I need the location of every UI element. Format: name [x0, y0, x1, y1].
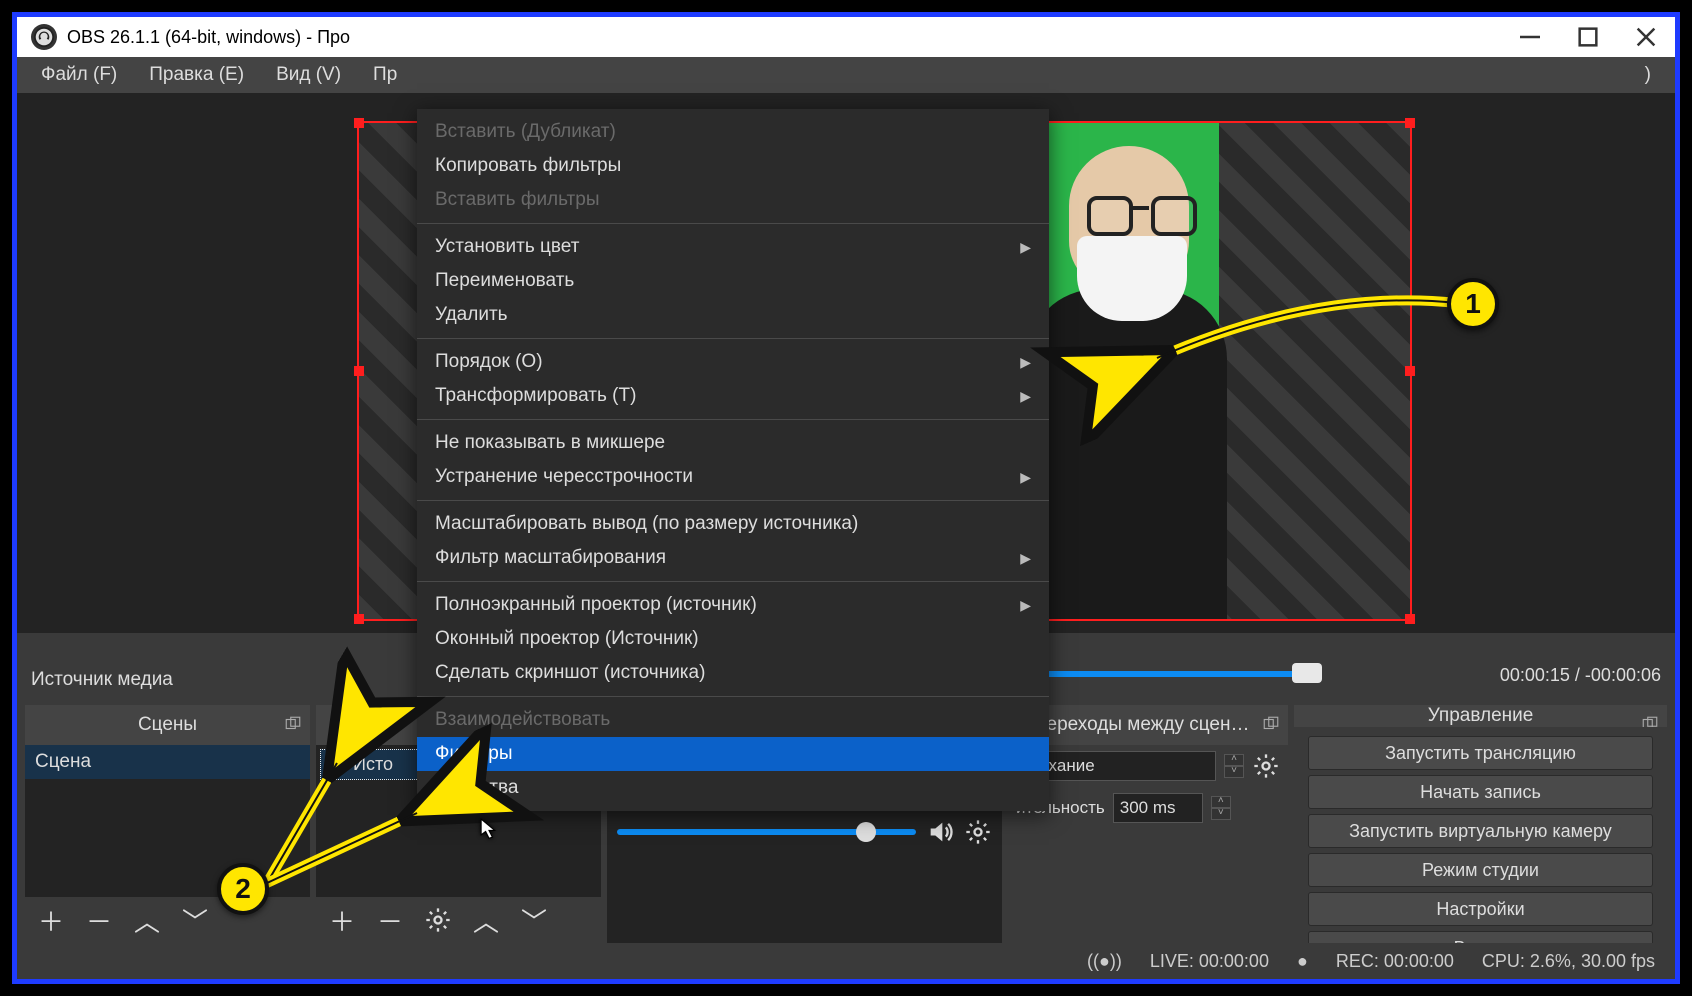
statusbar: ((●)) LIVE: 00:00:00 ● REC: 00:00:00 CPU…	[17, 943, 1675, 979]
rec-indicator-icon: ●	[1297, 951, 1308, 972]
ctx-deinterlace[interactable]: Устранение чересстрочности▶	[417, 460, 1049, 494]
minimize-button[interactable]	[1501, 17, 1559, 57]
move-down-icon[interactable]: ﹀	[181, 906, 209, 934]
chevron-right-icon: ▶	[1020, 354, 1031, 371]
media-seek-thumb[interactable]	[1292, 663, 1322, 683]
add-icon[interactable]: ＋	[37, 906, 65, 934]
remove-icon[interactable]: －	[85, 906, 113, 934]
gear-icon[interactable]	[964, 818, 992, 846]
menu-truncated[interactable]: Пр	[357, 60, 413, 90]
app-window: OBS 26.1.1 (64-bit, windows) - Про Файл …	[12, 12, 1680, 984]
cpu-status: CPU: 2.6%, 30.00 fps	[1482, 951, 1655, 972]
ctx-paste-filters: Вставить фильтры	[417, 183, 1049, 217]
menu-view[interactable]: Вид (V)	[260, 60, 357, 90]
start-streaming-button[interactable]: Запустить трансляцию	[1308, 736, 1653, 770]
sources-toolbar: ＋ － ︿ ﹀	[316, 897, 601, 943]
chevron-right-icon: ▶	[1020, 388, 1031, 405]
ctx-transform[interactable]: Трансформировать (T)▶	[417, 379, 1049, 413]
duration-value: 300 ms	[1120, 798, 1176, 818]
ctx-remove[interactable]: Удалить	[417, 298, 1049, 332]
studio-mode-button[interactable]: Режим студии	[1308, 853, 1653, 887]
controls-header: Управление	[1294, 705, 1667, 727]
media-source-label: Источник медиа	[31, 669, 173, 691]
window-title: OBS 26.1.1 (64-bit, windows) - Про	[67, 27, 350, 48]
start-recording-button[interactable]: Начать запись	[1308, 775, 1653, 809]
duration-input[interactable]: 300 ms	[1113, 793, 1203, 823]
menu-tail: )	[1629, 60, 1667, 90]
transitions-panel: ереходы между сцен… атухание ˄˅ ительнос…	[1008, 705, 1288, 943]
annotation-number: 1	[1447, 278, 1499, 330]
controls-panel: Управление Запустить трансляцию Начать з…	[1294, 705, 1667, 943]
remove-icon[interactable]: －	[376, 906, 404, 934]
ctx-properties[interactable]: Свойства	[417, 771, 1049, 805]
menubar: Файл (F) Правка (E) Вид (V) Пр )	[17, 57, 1675, 93]
ctx-rename[interactable]: Переименовать	[417, 264, 1049, 298]
ctx-interact: Взаимодействовать	[417, 703, 1049, 737]
popout-icon[interactable]	[284, 715, 302, 733]
ctx-fullscreen-projector[interactable]: Полноэкранный проектор (источник)▶	[417, 588, 1049, 622]
maximize-button[interactable]	[1559, 17, 1617, 57]
move-up-icon[interactable]: ︿	[133, 906, 161, 934]
close-button[interactable]	[1617, 17, 1675, 57]
live-status: LIVE: 00:00:00	[1150, 951, 1269, 972]
titlebar: OBS 26.1.1 (64-bit, windows) - Про	[17, 17, 1675, 57]
move-up-icon[interactable]: ︿	[472, 906, 500, 934]
ctx-filters[interactable]: Фильтры	[417, 737, 1049, 771]
gear-icon[interactable]	[1252, 752, 1280, 780]
controls-title: Управление	[1428, 705, 1534, 727]
menu-edit[interactable]: Правка (E)	[133, 60, 260, 90]
annotation-arrow-1	[1137, 268, 1467, 398]
ctx-paste-duplicate: Вставить (Дубликат)	[417, 115, 1049, 149]
annotation-number: 2	[217, 863, 269, 915]
chevron-right-icon: ▶	[1020, 239, 1031, 256]
chevron-right-icon: ▶	[1020, 469, 1031, 486]
source-context-menu: Вставить (Дубликат) Копировать фильтры В…	[417, 109, 1049, 811]
media-time: 00:00:15 / -00:00:06	[1500, 665, 1661, 686]
live-icon: ((●))	[1087, 951, 1122, 972]
annotation-badge-2: 2	[217, 863, 269, 915]
main-area: Источник медиа 00:00:15 / -00:00:06 Сцен…	[17, 93, 1675, 979]
annotation-badge-1: 1	[1447, 278, 1499, 330]
move-down-icon[interactable]: ﹀	[520, 906, 548, 934]
transitions-header: ереходы между сцен…	[1008, 705, 1288, 745]
ctx-hide-mixer[interactable]: Не показывать в микшере	[417, 426, 1049, 460]
chevron-right-icon: ▶	[1020, 550, 1031, 567]
speaker-icon[interactable]	[926, 818, 954, 846]
menu-file[interactable]: Файл (F)	[25, 60, 133, 90]
add-icon[interactable]: ＋	[328, 906, 356, 934]
ctx-order[interactable]: Порядок (O)▶	[417, 345, 1049, 379]
volume-thumb[interactable]	[856, 822, 876, 842]
ctx-screenshot[interactable]: Сделать скриншот (источника)	[417, 656, 1049, 690]
mouse-cursor-icon	[480, 818, 498, 842]
duration-spin[interactable]: ˄˅	[1211, 796, 1231, 820]
annotation-arrow-2	[247, 733, 447, 893]
gear-icon[interactable]	[424, 906, 452, 934]
ctx-scale-output[interactable]: Масштабировать вывод (по размеру источни…	[417, 507, 1049, 541]
transitions-title: ереходы между сцен…	[1047, 714, 1250, 736]
virtual-camera-button[interactable]: Запустить виртуальную камеру	[1308, 814, 1653, 848]
transition-spin[interactable]: ˄˅	[1224, 754, 1244, 778]
rec-status: REC: 00:00:00	[1336, 951, 1454, 972]
obs-logo-icon	[31, 24, 57, 50]
volume-slider[interactable]	[617, 829, 916, 835]
chevron-right-icon: ▶	[1020, 597, 1031, 614]
ctx-copy-filters[interactable]: Копировать фильтры	[417, 149, 1049, 183]
ctx-window-projector[interactable]: Оконный проектор (Источник)	[417, 622, 1049, 656]
ctx-scale-filter[interactable]: Фильтр масштабирования▶	[417, 541, 1049, 575]
ctx-set-color[interactable]: Установить цвет▶	[417, 230, 1049, 264]
scenes-title: Сцены	[138, 714, 197, 736]
popout-icon[interactable]	[1262, 715, 1280, 733]
settings-button[interactable]: Настройки	[1308, 892, 1653, 926]
